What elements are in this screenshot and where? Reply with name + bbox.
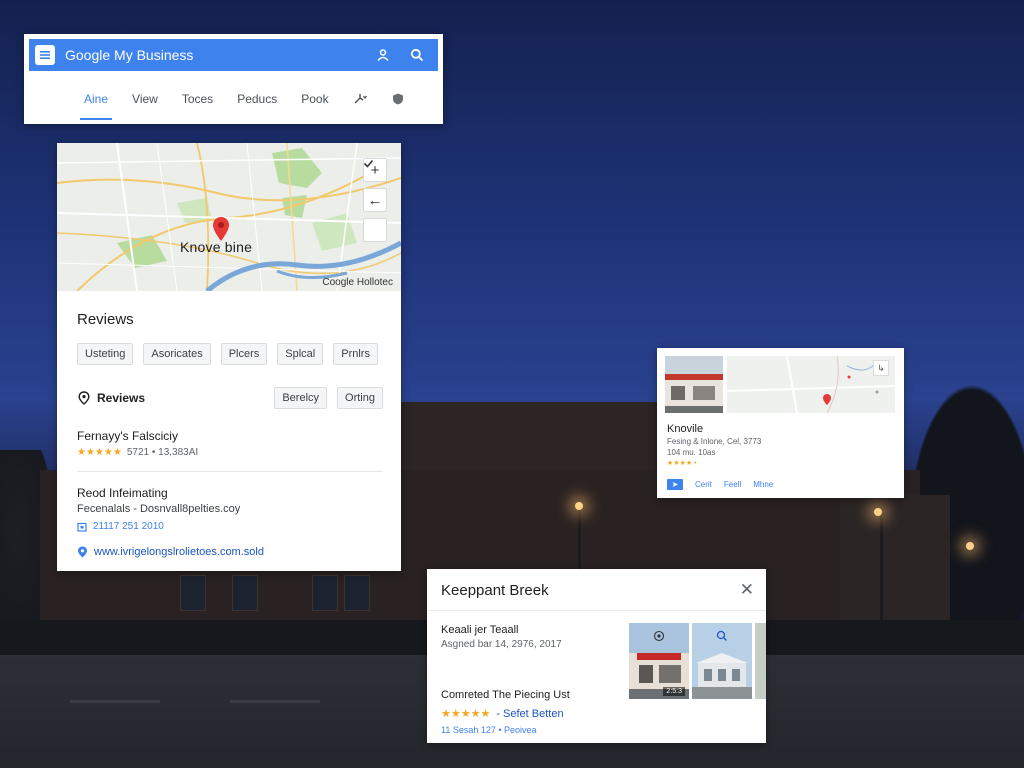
directions-icon[interactable]: ➤ — [667, 479, 683, 490]
map-controls: + ← — [363, 158, 387, 242]
location-pin-icon — [78, 391, 90, 405]
place-preview-card[interactable]: ↳ Knovile Fesing & Inlone, Cel, 3773 104… — [657, 348, 904, 498]
action-mhne[interactable]: Mhne — [753, 480, 773, 489]
detail-photo-2[interactable] — [692, 623, 752, 699]
tab-peducs[interactable]: Peducs — [225, 92, 289, 122]
star-rating: ★★★★★ — [77, 447, 122, 458]
action-cerit[interactable]: Cerit — [695, 480, 712, 489]
map-pin-icon — [213, 217, 229, 241]
info-text: Fecenalals - Dosnvall8pelties.coy — [77, 503, 241, 515]
building-window — [180, 575, 206, 611]
street-lamp — [575, 502, 583, 510]
app-title: Google My Business — [65, 47, 194, 63]
business-listing-card: Knove bine Coogle Hollotec + ← Reviews U… — [57, 143, 401, 571]
divider — [427, 610, 766, 611]
street-lamp — [874, 508, 882, 516]
check-icon[interactable] — [363, 159, 387, 242]
reviews-filter-button[interactable]: Orting — [337, 387, 383, 409]
section-title: Reviews — [77, 311, 134, 328]
chip-usteting[interactable]: Usteting — [77, 343, 134, 365]
detail-date: Asgned bar 14, 2976, 2017 — [441, 639, 562, 650]
detail-rating: ★★★★★ - Sefet Betten — [441, 707, 564, 721]
place-hours: 104 mu. 10as — [667, 448, 716, 457]
chip-splcal[interactable]: Splcal — [277, 343, 324, 365]
lamp-pole — [880, 515, 883, 625]
shield-icon[interactable] — [379, 92, 417, 122]
gmb-header: Google My Business Aine View Toces Peduc… — [24, 34, 443, 124]
chip-prnlrs[interactable]: Prnlrs — [333, 343, 378, 365]
mini-map-graphic — [727, 356, 895, 413]
divider — [77, 471, 383, 472]
tab-aine[interactable]: Aine — [72, 92, 120, 122]
info-date: 21117 251 2010 — [93, 521, 164, 532]
detail-photo-1[interactable]: 2:5:3 — [629, 623, 689, 699]
place-rating: ★★★★ • — [667, 460, 697, 467]
reviews-sort-button[interactable]: Berelcy — [274, 387, 328, 409]
tab-toces[interactable]: Toces — [170, 92, 225, 122]
mini-map[interactable]: ↳ — [727, 356, 895, 413]
building-window — [344, 575, 370, 611]
detail-pick-label: Comreted The Piecing Ust — [441, 689, 570, 701]
website-row: www.ivrigelongslrolietoes.com.sold — [77, 546, 264, 558]
detail-subtitle: Keaali jer Teaall — [441, 624, 519, 636]
review-meta: 5721 • 13,383AI — [126, 447, 199, 458]
map-view[interactable]: Knove bine Coogle Hollotec + ← — [57, 143, 401, 291]
chip-plcers[interactable]: Plcers — [220, 343, 268, 365]
share-icon[interactable] — [341, 92, 379, 122]
business-detail-card: Keeppant Breek ✕ Keaali jer Teaall Asgne… — [427, 569, 766, 743]
menu-icon[interactable] — [35, 45, 55, 65]
reviews-title: Reviews — [97, 391, 146, 405]
map-pin-icon — [823, 394, 831, 405]
road-marking — [70, 700, 160, 703]
photo-count-badge: 2:5:3 — [663, 687, 685, 696]
map-graphic — [57, 143, 401, 291]
chip-asoricates[interactable]: Asoricates — [143, 343, 211, 365]
detail-title: Keeppant Breek — [441, 582, 549, 599]
building-window — [232, 575, 258, 611]
review-count[interactable]: 11 Sesah 127 • Peoivea — [441, 725, 537, 735]
map-place-label: Knove bine — [180, 239, 253, 255]
review-rating: ★★★★★ 5721 • 13,383AI — [77, 447, 198, 458]
building-light — [966, 542, 974, 550]
website-link[interactable]: www.ivrigelongslrolietoes.com.sold — [94, 546, 264, 558]
action-feell[interactable]: Feell — [724, 480, 741, 489]
place-name: Knovile — [667, 423, 704, 435]
app-bar: Google My Business — [29, 39, 438, 71]
info-title: Reod Infeimating — [77, 486, 168, 500]
back-arrow-icon[interactable]: ← — [363, 188, 387, 212]
road-marking — [230, 700, 320, 703]
close-icon[interactable]: ✕ — [740, 580, 754, 600]
search-icon[interactable] — [692, 623, 752, 648]
storefront-photo — [665, 356, 723, 413]
tab-pook[interactable]: Pook — [289, 92, 340, 122]
building-window — [312, 575, 338, 611]
filter-chips: Usteting Asoricates Plcers Splcal Prnlrs — [77, 343, 378, 365]
camera-icon[interactable] — [629, 623, 689, 648]
place-address: Fesing & Inlone, Cel, 3773 — [667, 437, 762, 446]
info-date-row: 21117 251 2010 — [77, 521, 164, 532]
calendar-icon — [77, 522, 87, 532]
review-author[interactable]: Fernayy's Falsciciy — [77, 429, 178, 443]
tab-view[interactable]: View — [120, 92, 170, 122]
person-icon[interactable] — [370, 42, 396, 68]
reviews-header: Reviews Berelcy Orting — [77, 387, 383, 409]
building-wing — [840, 495, 950, 625]
globe-icon — [78, 546, 87, 558]
tab-bar: Aine View Toces Peducs Pook — [72, 92, 417, 122]
detail-photo-3[interactable] — [755, 623, 766, 699]
place-actions: ➤ Cerit Feell Mhne — [667, 479, 773, 490]
place-photo[interactable] — [665, 356, 723, 413]
expand-icon[interactable]: ↳ — [873, 360, 889, 376]
search-icon[interactable] — [404, 42, 430, 68]
star-rating: ★★★★★ — [441, 708, 491, 720]
map-credit: Coogle Hollotec — [322, 277, 393, 288]
rating-link[interactable]: - Sefet Betten — [496, 708, 563, 720]
